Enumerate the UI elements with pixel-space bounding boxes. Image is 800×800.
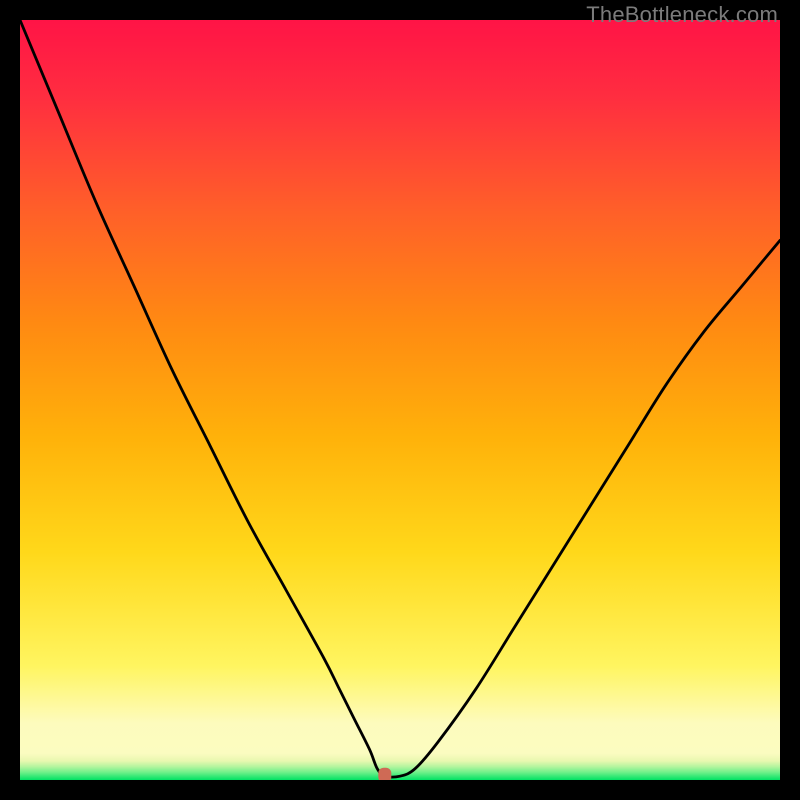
watermark-text: TheBottleneck.com	[586, 2, 778, 28]
bottleneck-chart	[20, 20, 780, 780]
marker-dot	[379, 768, 391, 780]
chart-frame: TheBottleneck.com	[0, 0, 800, 800]
chart-background	[20, 20, 780, 780]
